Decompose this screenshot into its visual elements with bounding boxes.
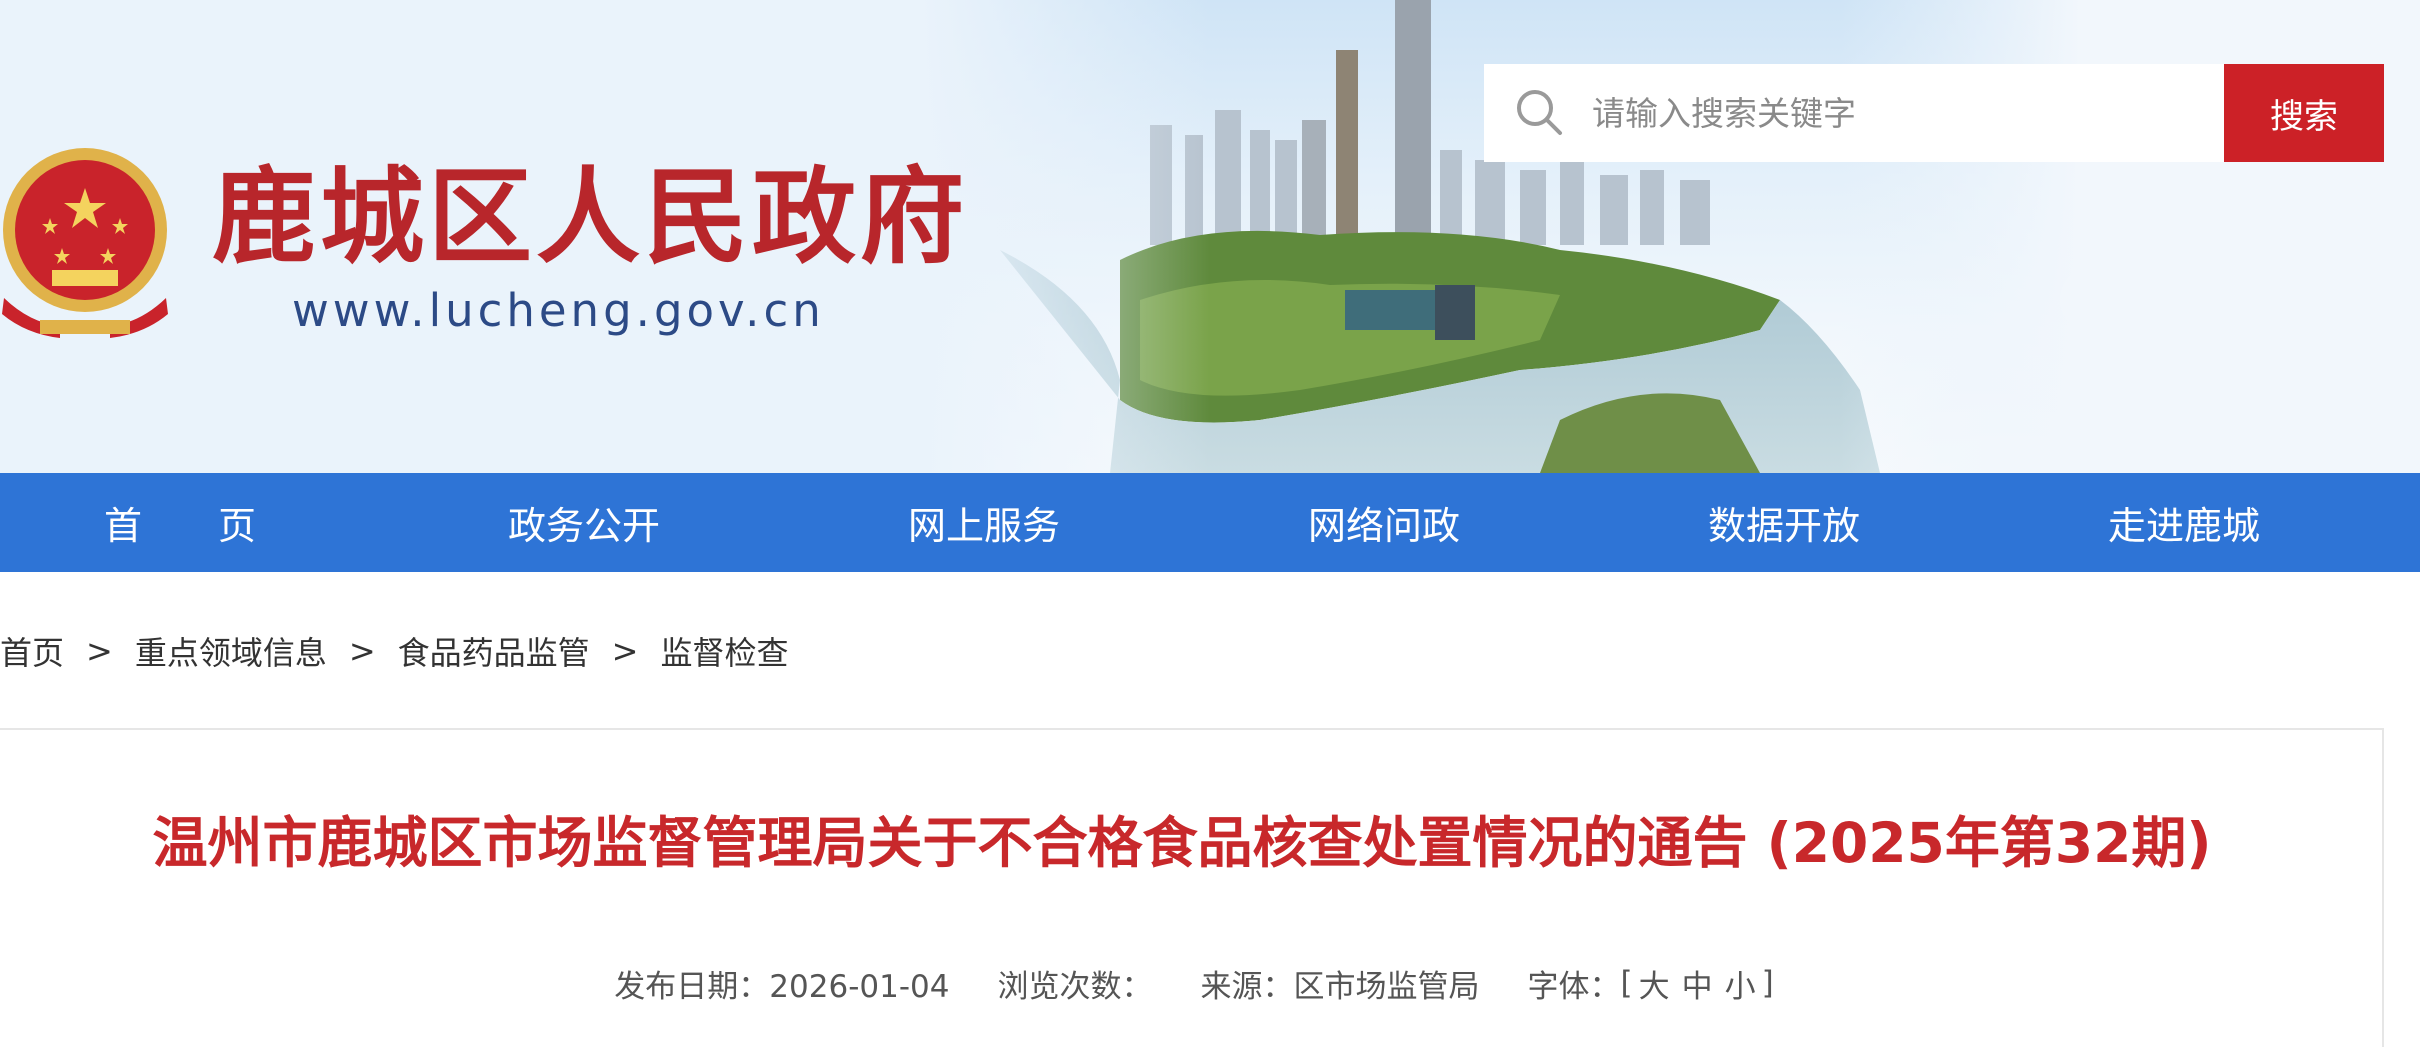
bracket-close: ]	[1761, 965, 1774, 1001]
publish-date-value: 2026-01-04	[769, 968, 950, 1005]
nav-item-online-services[interactable]: 网上服务	[834, 473, 1134, 572]
source-value: 区市场监管局	[1293, 968, 1480, 1005]
nav-item-home[interactable]: 首 页	[30, 473, 330, 572]
search-input[interactable]	[1592, 64, 2212, 162]
breadcrumb-separator: >	[611, 632, 639, 670]
breadcrumb: 首页 > 重点领域信息 > 食品药品监管 > 监督检查	[0, 626, 789, 676]
main-nav: 首 页 政务公开 网上服务 网络问政 数据开放 走进鹿城	[0, 473, 2420, 572]
publish-date-label: 发布日期：	[614, 968, 770, 1005]
nav-item-open-data[interactable]: 数据开放	[1634, 473, 1934, 572]
font-size-label: 字体：	[1527, 968, 1621, 1005]
nav-item-government-affairs[interactable]: 政务公开	[434, 473, 734, 572]
search-icon	[1517, 90, 1562, 135]
font-size-small-button[interactable]: 小	[1725, 961, 1756, 1006]
site-title: 鹿城区人民政府	[212, 155, 969, 278]
breadcrumb-item-food-drug[interactable]: 食品药品监管	[398, 628, 590, 674]
publish-date: 发布日期：2026-01-04	[614, 961, 949, 1006]
nav-item-about-lucheng[interactable]: 走进鹿城	[2034, 473, 2334, 572]
search-button[interactable]: 搜索	[2224, 64, 2384, 162]
national-emblem-icon	[2, 148, 168, 338]
breadcrumb-item-inspection[interactable]: 监督检查	[660, 628, 788, 674]
view-count-label: 浏览次数：	[997, 968, 1153, 1005]
bracket-open: [	[1620, 965, 1633, 1001]
breadcrumb-item-key-info[interactable]: 重点领域信息	[135, 628, 327, 674]
site-url: www.lucheng.gov.cn	[292, 284, 825, 337]
article-meta: 发布日期：2026-01-04 浏览次数： 来源：区市场监管局 字体： [ 大 …	[0, 958, 2364, 1008]
font-size-medium-button[interactable]: 中	[1682, 961, 1713, 1006]
view-count: 浏览次数：	[997, 961, 1152, 1006]
site-banner: 鹿城区人民政府 www.lucheng.gov.cn 搜索	[0, 0, 2420, 473]
breadcrumb-separator: >	[86, 632, 113, 670]
source-label: 来源：	[1200, 968, 1294, 1005]
nav-item-online-inquiry[interactable]: 网络问政	[1234, 473, 1534, 572]
font-size-control: 字体： [ 大 中 小 ]	[1527, 961, 1773, 1006]
search-box	[1484, 64, 2224, 162]
breadcrumb-separator: >	[348, 632, 376, 670]
font-size-large-button[interactable]: 大	[1639, 961, 1670, 1006]
breadcrumb-item-home[interactable]: 首页	[0, 628, 64, 674]
article-title: 温州市鹿城区市场监督管理局关于不合格食品核查处置情况的通告 (2025年第32期…	[152, 811, 2212, 875]
source: 来源：区市场监管局	[1200, 961, 1479, 1006]
